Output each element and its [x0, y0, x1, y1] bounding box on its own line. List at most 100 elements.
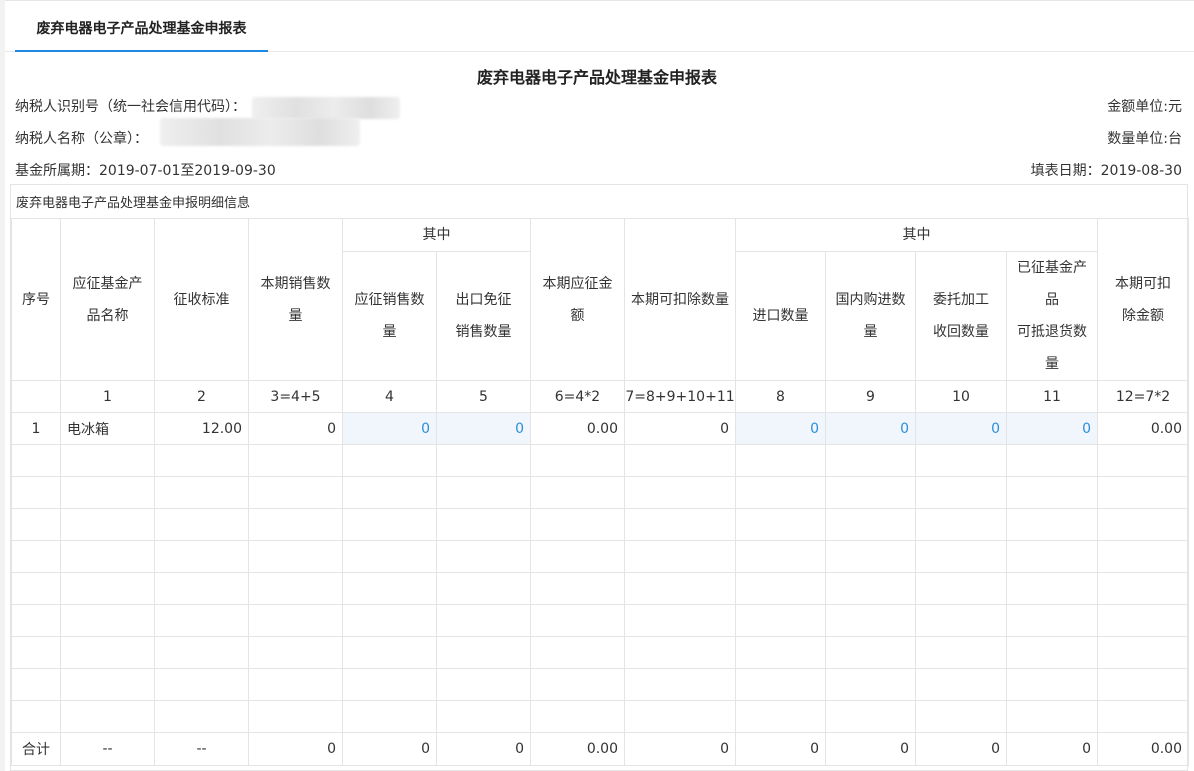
empty-cell	[60, 668, 155, 701]
empty-cell	[624, 540, 736, 573]
empty-cell	[248, 540, 343, 573]
empty-cell	[248, 700, 343, 733]
amount-unit: 金额单位:元	[1107, 99, 1182, 115]
empty-cell	[342, 540, 437, 573]
cell-consigned-qty-input[interactable]: 0	[915, 412, 1007, 445]
taxpayer-id-label: 纳税人识别号（统一社会信用代码）：	[15, 99, 246, 115]
cell-export-exempt-input[interactable]: 0	[436, 412, 531, 445]
table-row-empty	[11, 572, 1189, 605]
cell-deductible-qty: 0	[624, 412, 736, 445]
total-cell: 0	[915, 732, 1007, 766]
empty-cell	[60, 444, 155, 477]
empty-cell	[154, 444, 249, 477]
cell-domestic-qty-input[interactable]: 0	[825, 412, 916, 445]
empty-cell	[60, 700, 155, 733]
empty-cell	[825, 700, 916, 733]
cell-taxable-sales-input[interactable]: 0	[342, 412, 437, 445]
empty-cell	[624, 476, 736, 509]
empty-cell	[60, 508, 155, 541]
empty-cell	[825, 476, 916, 509]
empty-cell	[154, 540, 249, 573]
fill-date: 填表日期：2019-08-30	[1030, 163, 1182, 179]
empty-cell	[624, 668, 736, 701]
empty-cell	[915, 508, 1007, 541]
empty-cell	[154, 604, 249, 637]
empty-cell	[825, 444, 916, 477]
empty-cell	[1006, 636, 1098, 669]
empty-cell	[154, 636, 249, 669]
total-cell: 0	[248, 732, 343, 766]
total-cell: 0	[342, 732, 437, 766]
empty-cell	[915, 476, 1007, 509]
col-number: 10	[915, 380, 1007, 413]
empty-cell	[60, 476, 155, 509]
empty-cell	[436, 604, 531, 637]
empty-cell	[915, 572, 1007, 605]
empty-cell	[436, 476, 531, 509]
empty-cell	[1097, 572, 1189, 605]
empty-cell	[436, 540, 531, 573]
empty-cell	[154, 476, 249, 509]
tab-bar: 废弃电器电子产品处理基金申报表	[5, 0, 1194, 52]
cell-refund-qty-input[interactable]: 0	[1006, 412, 1098, 445]
empty-cell	[248, 636, 343, 669]
empty-cell	[248, 508, 343, 541]
empty-cell	[1097, 476, 1189, 509]
empty-cell	[60, 540, 155, 573]
col-number: 11	[1006, 380, 1098, 413]
table-row-empty	[11, 668, 1189, 701]
header-standard: 征收标准	[154, 218, 249, 381]
total-cell: 0	[735, 732, 826, 766]
empty-cell	[154, 572, 249, 605]
empty-cell	[530, 508, 625, 541]
empty-cell	[735, 572, 826, 605]
col-number: 1	[60, 380, 155, 413]
col-number: 4	[342, 380, 437, 413]
empty-cell	[915, 540, 1007, 573]
cell-product-name: 电冰箱	[60, 412, 155, 445]
empty-cell	[735, 540, 826, 573]
empty-cell	[915, 636, 1007, 669]
empty-cell	[624, 700, 736, 733]
empty-cell	[1097, 636, 1189, 669]
empty-cell	[248, 604, 343, 637]
empty-cell	[1006, 604, 1098, 637]
empty-cell	[1097, 700, 1189, 733]
header-seq: 序号	[11, 218, 61, 381]
empty-cell	[825, 604, 916, 637]
header-product-name: 应征基金产 品名称	[60, 218, 155, 381]
empty-cell	[248, 444, 343, 477]
detail-table: 序号 应征基金产 品名称 征收标准 本期销售数量 其中 本期应征金额 本期可扣除数…	[11, 218, 1189, 766]
total-cell: 0	[1006, 732, 1098, 766]
empty-cell	[11, 476, 61, 509]
empty-cell	[11, 572, 61, 605]
table-row: 1 电冰箱 12.00 0 0 0 0.00 0 0 0 0 0 0.00	[11, 412, 1189, 445]
empty-cell	[624, 508, 736, 541]
header-group-of-which-2: 其中	[735, 218, 1098, 252]
empty-cell	[248, 668, 343, 701]
table-row-empty	[11, 508, 1189, 541]
col-number: 7=8+9+10+11	[624, 380, 736, 413]
cell-import-qty-input[interactable]: 0	[735, 412, 826, 445]
taxpayer-id-redacted	[252, 97, 400, 119]
col-number: 2	[154, 380, 249, 413]
empty-cell	[825, 572, 916, 605]
cell-seq: 1	[11, 412, 61, 445]
table-row-empty	[11, 604, 1189, 637]
taxpayer-name-redacted	[160, 118, 360, 146]
col-number: 3=4+5	[248, 380, 343, 413]
empty-cell	[624, 572, 736, 605]
empty-cell	[1006, 476, 1098, 509]
empty-cell	[1006, 444, 1098, 477]
empty-cell	[436, 636, 531, 669]
header-domestic-qty: 国内购进数量	[825, 251, 916, 381]
empty-cell	[11, 668, 61, 701]
tab-report[interactable]: 废弃电器电子产品处理基金申报表	[15, 1, 268, 52]
empty-cell	[735, 508, 826, 541]
table-row-empty	[11, 476, 1189, 509]
table-row-empty	[11, 444, 1189, 477]
empty-cell	[530, 476, 625, 509]
empty-cell	[11, 636, 61, 669]
empty-cell	[915, 604, 1007, 637]
empty-cell	[342, 508, 437, 541]
